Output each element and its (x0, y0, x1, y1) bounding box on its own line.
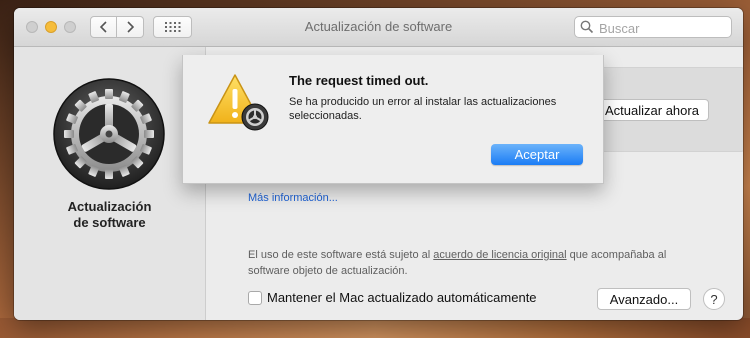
search-input[interactable] (597, 19, 731, 37)
search-field[interactable] (574, 16, 732, 38)
update-now-button[interactable]: Actualizar ahora (595, 99, 709, 121)
alert-message: Se ha producido un error al instalar las… (289, 96, 557, 122)
license-agreement-link[interactable]: acuerdo de licencia original (433, 249, 566, 261)
search-icon (580, 20, 594, 34)
warning-icon (208, 74, 269, 131)
pane-name-line-1: Actualización (67, 199, 152, 214)
gear-icon (53, 78, 165, 190)
pane-name: Actualización de software (14, 199, 205, 231)
auto-update-option[interactable]: Mantener el Mac actualizado automáticame… (248, 290, 537, 305)
license-text-prefix: El uso de este software está sujeto al (248, 249, 434, 261)
help-button[interactable]: ? (703, 288, 725, 310)
sidebar: Actualización de software (14, 47, 206, 320)
more-info-link[interactable]: Más información... (248, 192, 338, 204)
license-text: El uso de este software está sujeto al a… (248, 247, 708, 279)
auto-update-label: Mantener el Mac actualizado automáticame… (267, 290, 537, 305)
settings-badge-icon (241, 103, 269, 131)
title-bar: Actualización de software (14, 8, 743, 47)
advanced-button[interactable]: Avanzado... (597, 288, 691, 310)
desktop-background (0, 318, 750, 338)
pane-name-line-2: de software (73, 215, 146, 230)
system-preferences-window: Actualización de software Buscar Actuali… (14, 8, 743, 320)
alert-title: The request timed out. (289, 73, 429, 88)
accept-button[interactable]: Aceptar (491, 144, 583, 165)
auto-update-checkbox[interactable] (248, 290, 262, 305)
error-alert-sheet: The request timed out. Se ha producido u… (182, 55, 604, 184)
